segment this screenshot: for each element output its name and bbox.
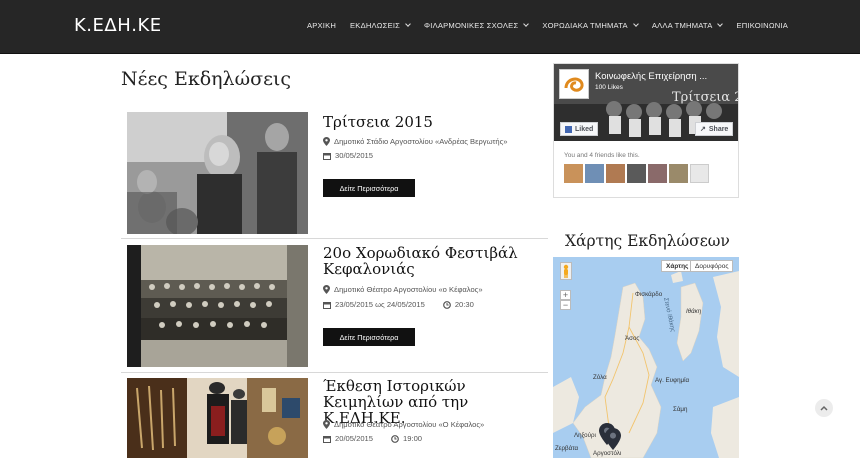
- facebook-page-logo: [559, 69, 589, 99]
- facebook-friends-text: You and 4 friends like this.: [564, 152, 640, 159]
- event-card: Τρίτσεια 2015 Δημοτικό Στάδιο Αργοστολίο…: [121, 112, 548, 234]
- more-button[interactable]: Δείτε Περισσότερα: [323, 328, 415, 346]
- chevron-up-icon: [820, 405, 828, 411]
- event-date: 23/05/2015 ως 24/05/2015 20:30: [323, 300, 474, 309]
- date-text: 20/05/2015: [335, 434, 374, 443]
- calendar-icon: [323, 152, 331, 160]
- event-venue: Δημοτικό Θέατρο Αργοστολίου «Ο Κέφαλος»: [323, 420, 484, 429]
- map-place-label: Ληξούρι: [574, 432, 596, 439]
- event-time: 19:00: [391, 434, 422, 443]
- nav-label: ΧΟΡΩΔΙΑΚΑ ΤΜΗΜΑΤΑ: [542, 21, 628, 30]
- map-title: Χάρτης Εκδηλώσεων: [565, 232, 730, 250]
- section-title: Νέες Εκδηλώσεις: [121, 68, 291, 90]
- nav-label: ΦΙΛΑΡΜΟΝΙΚΕΣ ΣΧΟΛΕΣ: [424, 21, 519, 30]
- nav-label: ΑΛΛΑ ΤΜΗΜΑΤΑ: [651, 21, 713, 30]
- street-view-pegman-icon[interactable]: [560, 262, 572, 280]
- facebook-liked-button[interactable]: Liked: [560, 122, 599, 136]
- calendar-icon: [323, 435, 331, 443]
- facebook-icon: [565, 125, 572, 133]
- event-title[interactable]: 20ο Χορωδιακό Φεστιβάλ Κεφαλονιάς: [323, 245, 543, 277]
- chevron-down-icon: [632, 21, 639, 27]
- nav-item-other-sections[interactable]: ΑΛΛΑ ΤΜΗΜΑΤΑ: [651, 21, 724, 30]
- event-image[interactable]: [127, 245, 308, 367]
- map-place-label: Φισκάρδο: [635, 291, 663, 298]
- map-place-label: Σάμη: [673, 406, 688, 413]
- map-marker-icon: [323, 420, 330, 429]
- map-land: [553, 271, 739, 458]
- nav-item-choir-sections[interactable]: ΧΟΡΩΔΙΑΚΑ ΤΜΗΜΑΤΑ: [542, 21, 639, 30]
- venue-text: Δημοτικό Θέατρο Αργοστολίου «Ο Κέφαλος»: [334, 420, 485, 429]
- zoom-in-button[interactable]: +: [560, 290, 571, 300]
- map-place-label: Ζόλα: [593, 374, 607, 381]
- facebook-friend-faces: [564, 164, 709, 183]
- event-date: 30/05/2015: [323, 151, 373, 160]
- event-venue: Δημοτικό Στάδιο Αργοστολίου «Ανδρέας Βερ…: [323, 137, 508, 146]
- time-text: 20:30: [454, 300, 474, 309]
- nav-label: ΕΚΔΗΛΩΣΕΙΣ: [350, 21, 401, 30]
- friend-avatar[interactable]: [627, 164, 646, 183]
- main-nav: ΑΡΧΙΚΗ ΕΚΔΗΛΩΣΕΙΣ ΦΙΛΑΡΜΟΝΙΚΕΣ ΣΧΟΛΕΣ ΧΟ…: [307, 21, 788, 30]
- event-venue: Δημοτικό Θέατρο Αργοστολίου «ο Κέφαλος»: [323, 285, 483, 294]
- time-text: 19:00: [403, 434, 423, 443]
- event-image[interactable]: [127, 378, 308, 458]
- divider: [121, 372, 548, 373]
- liked-label: Liked: [575, 125, 594, 133]
- map-place-label: Αγ. Ευφημία: [655, 377, 690, 384]
- event-time: 20:30: [442, 300, 474, 309]
- share-label: Share: [708, 125, 729, 133]
- clock-icon: [442, 300, 451, 309]
- nav-item-home[interactable]: ΑΡΧΙΚΗ: [307, 21, 336, 30]
- site-logo[interactable]: Κ.ΕΔΗ.ΚΕ: [74, 15, 162, 36]
- zoom-out-button[interactable]: −: [560, 300, 571, 310]
- nav-label: ΕΠΙΚΟΙΝΩΝΙΑ: [736, 21, 788, 30]
- more-button[interactable]: Δείτε Περισσότερα: [323, 179, 415, 197]
- nav-item-events[interactable]: ΕΚΔΗΛΩΣΕΙΣ: [350, 21, 411, 30]
- friend-avatar[interactable]: [606, 164, 625, 183]
- friend-avatar[interactable]: [669, 164, 688, 183]
- map-place-label: Ζερβάτα: [555, 445, 579, 452]
- event-date: 20/05/2015 19:00: [323, 434, 422, 443]
- clock-icon: [391, 434, 399, 443]
- event-card: 20ο Χορωδιακό Φεστιβάλ Κεφαλονιάς Δημοτι…: [121, 245, 548, 367]
- facebook-share-button[interactable]: ↗ Share: [695, 122, 734, 136]
- venue-text: Δημοτικό Στάδιο Αργοστολίου «Ανδρέας Βερ…: [334, 137, 508, 146]
- map-place-label: Ιθάκη: [686, 308, 702, 315]
- facebook-page-name[interactable]: Κοινωφελής Επιχείρηση ...: [595, 71, 707, 82]
- map-type-satellite-button[interactable]: Δορυφόρος: [690, 260, 734, 272]
- event-title[interactable]: Τρίτσεια 2015: [323, 114, 543, 130]
- date-text: 30/05/2015: [335, 151, 374, 160]
- date-text: 23/05/2015 ως 24/05/2015: [335, 300, 425, 309]
- facebook-page-widget: Κοινωφελής Επιχείρηση ... 100 Likes Τρίτ…: [553, 63, 739, 198]
- map-marker-icon[interactable]: [599, 423, 623, 451]
- friend-avatar[interactable]: [564, 164, 583, 183]
- chevron-down-icon: [523, 21, 530, 27]
- divider: [121, 238, 548, 239]
- share-icon: ↗: [700, 126, 706, 133]
- venue-text: Δημοτικό Θέατρο Αργοστολίου «ο Κέφαλος»: [334, 285, 483, 294]
- facebook-cover[interactable]: Κοινωφελής Επιχείρηση ... 100 Likes Τρίτ…: [554, 64, 738, 141]
- friend-avatar[interactable]: [690, 164, 709, 183]
- map-marker-icon: [323, 285, 330, 294]
- map-place-label: Άσος: [625, 335, 640, 342]
- chevron-down-icon: [405, 21, 411, 27]
- friend-avatar[interactable]: [585, 164, 604, 183]
- nav-item-philharmonic-schools[interactable]: ΦΙΛΑΡΜΟΝΙΚΕΣ ΣΧΟΛΕΣ: [424, 21, 530, 30]
- site-header: Κ.ΕΔΗ.ΚΕ ΑΡΧΙΚΗ ΕΚΔΗΛΩΣΕΙΣ ΦΙΛΑΡΜΟΝΙΚΕΣ …: [0, 0, 860, 54]
- event-title[interactable]: Έκθεση Ιστορικών Κειμηλίων από την Κ.ΕΔΗ…: [323, 378, 543, 426]
- friend-avatar[interactable]: [648, 164, 667, 183]
- event-card: Έκθεση Ιστορικών Κειμηλίων από την Κ.ΕΔΗ…: [121, 378, 548, 458]
- map-place-label: Αργοστόλι: [593, 450, 622, 457]
- calendar-icon: [323, 301, 331, 309]
- facebook-likes-count: 100 Likes: [595, 84, 623, 91]
- chevron-down-icon: [717, 21, 724, 27]
- nav-item-contact[interactable]: ΕΠΙΚΟΙΝΩΝΙΑ: [736, 21, 788, 30]
- map-type-map-button[interactable]: Χάρτης: [661, 260, 694, 272]
- event-image[interactable]: [127, 112, 308, 234]
- scroll-to-top-button[interactable]: [815, 399, 833, 417]
- events-map[interactable]: Χάρτης Δορυφόρος + − Φισκάρδο Ιθάκη Άσος…: [553, 257, 739, 458]
- map-marker-icon: [323, 137, 330, 146]
- nav-label: ΑΡΧΙΚΗ: [306, 21, 337, 30]
- facebook-cover-text: Τρίτσεια 20: [672, 90, 738, 105]
